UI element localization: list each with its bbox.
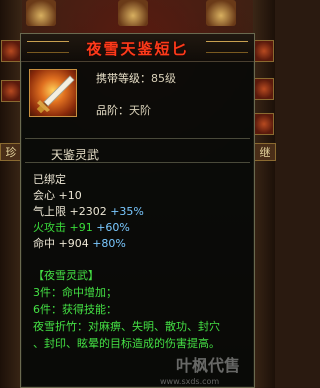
watermark-url: www.sxds.com — [160, 377, 220, 386]
carry-level-label: 携带等级： — [96, 72, 151, 85]
set-skill-desc-cont: 、封印、眩晕的目标造成的伤害提高。 — [33, 337, 220, 350]
top-item-slot-center[interactable] — [118, 0, 148, 26]
grade-label: 品阶： — [96, 104, 129, 117]
divider — [25, 162, 250, 163]
stat-row: 火攻击 +91 +60% — [33, 219, 130, 235]
dagger-icon — [29, 69, 77, 117]
carry-level: 携带等级：85级 — [96, 70, 176, 86]
set-skill-desc: 夜雪折竹：对麻痹、失明、散功、封穴 — [33, 320, 220, 333]
inventory-slot[interactable] — [1, 40, 21, 62]
inventory-slot[interactable] — [1, 80, 21, 102]
stat-name: 命中 — [33, 237, 55, 250]
left-tab-treasure[interactable]: 珍 — [0, 143, 22, 161]
tooltip-title-bar: 夜雪天鉴短匕 — [21, 34, 254, 62]
inventory-slot[interactable] — [254, 40, 274, 62]
stat-value: +10 — [58, 189, 82, 202]
stat-row: 命中 +904 +80% — [33, 235, 126, 251]
inventory-slot[interactable] — [254, 113, 274, 135]
divider — [25, 138, 250, 139]
stat-row: 会心 +10 — [33, 187, 82, 203]
item-category: 天鉴灵武 — [51, 148, 100, 162]
stat-name: 火攻击 — [33, 221, 66, 234]
set-bonus-3: 3件：命中增加； — [33, 286, 117, 299]
set-bonus-6: 6件：获得技能： — [33, 303, 117, 316]
top-item-slot-left[interactable] — [26, 0, 56, 26]
bound-status: 已绑定 — [33, 173, 66, 186]
stat-value: +2302 — [69, 205, 107, 218]
stat-value: +904 — [58, 237, 89, 250]
stat-bonus: +35% — [110, 205, 144, 218]
top-item-slot-right[interactable] — [206, 0, 236, 26]
stat-bonus: +60% — [96, 221, 130, 234]
item-tooltip: 夜雪天鉴短匕 携带等级：85级 品阶：天阶 天鉴灵武 已绑定 会心 +10 气上… — [20, 33, 255, 388]
stat-value: +91 — [69, 221, 93, 234]
grade: 品阶：天阶 — [96, 102, 151, 118]
stat-bonus: +80% — [92, 237, 126, 250]
stat-name: 气上限 — [33, 205, 66, 218]
right-tab-inherit[interactable]: 继 — [254, 143, 276, 161]
set-name: 【夜雪灵武】 — [33, 269, 99, 282]
stat-name: 会心 — [33, 189, 55, 202]
stat-row: 气上限 +2302 +35% — [33, 203, 144, 219]
item-name: 夜雪天鉴短匕 — [86, 40, 189, 58]
inventory-slot[interactable] — [254, 78, 274, 100]
grade-value: 天阶 — [129, 104, 151, 117]
carry-level-value: 85级 — [151, 72, 176, 85]
